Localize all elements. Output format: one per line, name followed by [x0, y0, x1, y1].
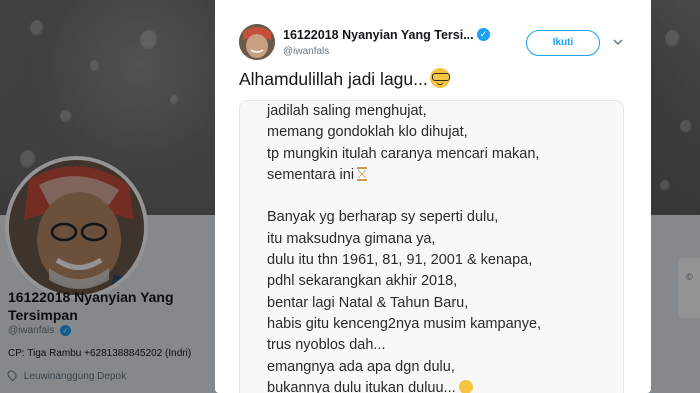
tweet-author-handle[interactable]: @iwanfals [283, 46, 329, 57]
poem-text-block: jadilah saling menghujat, memang gondokl… [267, 101, 617, 393]
poem-line: bentar lagi Natal & Tahun Baru, [267, 294, 469, 311]
hourglass-icon [357, 166, 368, 181]
tweet-modal: 16122018 Nyanyian Yang Tersi... ✓ @iwanf… [215, 0, 651, 393]
poem-line: jadilah saling menghujat, [267, 103, 427, 119]
poem-line-text: bukannya dulu itukan duluu... [267, 379, 456, 393]
poem-line: habis gitu kenceng2nya musim kampanye, [267, 315, 542, 332]
poem-line: Banyak yg berharap sy seperti dulu, [267, 209, 499, 226]
nerd-face-emoji [429, 68, 450, 88]
poem-gap [267, 186, 617, 207]
tweet-author-avatar[interactable] [239, 24, 275, 60]
tweet-author-name[interactable]: 16122018 Nyanyian Yang Tersi... [283, 28, 474, 42]
twitter-page: 16122018 Nyanyian Yang Tersimpan @iwanfa… [0, 0, 700, 393]
poem-line: bukannya dulu itukan duluu... [267, 378, 617, 393]
tweet-text-body: Alhamdulillah jadi lagu... [239, 69, 428, 89]
poem-line: emangnya ada apa dgn dulu, [267, 358, 455, 375]
poem-line: tp mungkin itulah caranya mencari makan, [267, 145, 540, 162]
sweat-smile-emoji [458, 379, 473, 393]
verified-icon: ✓ [477, 28, 490, 41]
author-avatar-photo [239, 24, 275, 60]
poem-line: dulu itu thn 1961, 81, 91, 2001 & kenapa… [267, 252, 533, 269]
poem-line-text: sementara ini [267, 166, 355, 183]
poem-line: memang gondoklah klo dihujat, [267, 124, 468, 141]
poem-line: trus nyoblos dah... [267, 337, 386, 354]
poem-line: sementara ini [267, 165, 617, 186]
follow-button[interactable]: Ikuti [526, 30, 600, 56]
tweet-text: Alhamdulillah jadi lagu... [239, 68, 450, 90]
poem-line: pdhl sekarangkan akhir 2018, [267, 273, 458, 290]
chevron-down-icon[interactable] [612, 36, 624, 48]
poem-line: itu maksudnya gimana ya, [267, 230, 436, 247]
tweet-attached-image[interactable]: jadilah saling menghujat, memang gondokl… [239, 100, 624, 393]
